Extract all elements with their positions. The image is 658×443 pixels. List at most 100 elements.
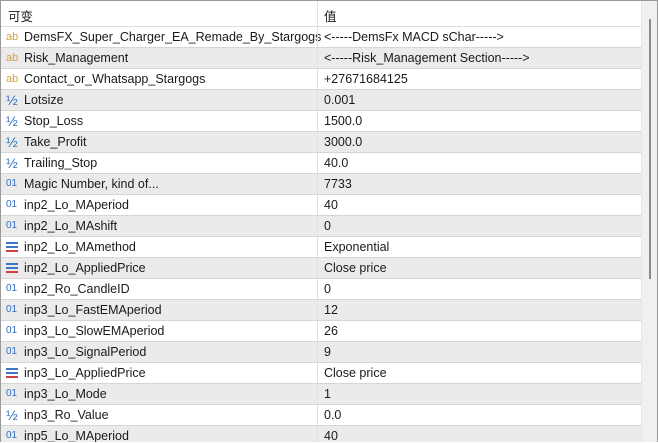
cell-divider	[317, 363, 318, 383]
table-row[interactable]: ½ inp3_Ro_Value 0.0	[1, 405, 641, 426]
table-row[interactable]: 01 inp2_Lo_MAshift 0	[1, 216, 641, 237]
parameter-name: inp3_Lo_SignalPeriod	[24, 345, 147, 359]
parameter-name: inp2_Lo_MAperiod	[24, 198, 129, 212]
table-row[interactable]: ½ Lotsize 0.001	[1, 90, 641, 111]
parameter-name: inp2_Ro_CandleID	[24, 282, 130, 296]
cell-divider	[317, 426, 318, 442]
table-row[interactable]: ab DemsFX_Super_Charger_EA_Remade_By_Star…	[1, 27, 641, 48]
table-row[interactable]: ab Contact_or_Whatsapp_Stargogs +276716841…	[1, 69, 641, 90]
parameter-value[interactable]: 3000.0	[324, 135, 362, 149]
integer-type-icon: 01	[6, 304, 18, 315]
parameter-value[interactable]: 1	[324, 387, 331, 401]
parameter-name: Trailing_Stop	[24, 156, 98, 170]
table-row[interactable]: 01 inp3_Lo_Mode 1	[1, 384, 641, 405]
table-header: 可变 值	[1, 1, 641, 27]
parameter-value[interactable]: 7733	[324, 177, 352, 191]
table-row[interactable]: inp2_Lo_AppliedPrice Close price	[1, 258, 641, 279]
table-row[interactable]: ab Risk_Management <-----Risk_Management S…	[1, 48, 641, 69]
cell-divider	[317, 27, 318, 47]
vertical-scrollbar[interactable]	[641, 1, 657, 442]
cell-divider	[317, 258, 318, 278]
column-header-name[interactable]: 可变	[8, 6, 33, 25]
integer-type-icon: 01	[6, 178, 18, 189]
parameter-value[interactable]: +27671684125	[324, 72, 408, 86]
table-row[interactable]: 01 inp5_Lo_MAperiod 40	[1, 426, 641, 442]
parameter-name: inp5_Lo_MAperiod	[24, 429, 129, 442]
parameter-name: inp2_Lo_MAshift	[24, 219, 118, 233]
column-divider[interactable]	[317, 1, 318, 26]
parameter-name: inp2_Lo_MAmethod	[24, 240, 136, 254]
integer-type-icon: 01	[6, 325, 18, 336]
integer-type-icon: 01	[6, 388, 18, 399]
cell-divider	[317, 321, 318, 341]
string-type-icon: ab	[6, 52, 19, 64]
table-body: ab DemsFX_Super_Charger_EA_Remade_By_Star…	[1, 27, 641, 442]
integer-type-icon: 01	[6, 199, 18, 210]
integer-type-icon: 01	[6, 346, 18, 357]
enum-type-icon	[6, 366, 20, 378]
inputs-table: 可变 值 ab DemsFX_Super_Charger_EA_Remade_By…	[0, 0, 658, 442]
enum-type-icon	[6, 240, 20, 252]
parameter-value[interactable]: 0.0	[324, 408, 341, 422]
table-row[interactable]: inp2_Lo_MAmethod Exponential	[1, 237, 641, 258]
double-type-icon: ½	[6, 134, 18, 150]
cell-divider	[317, 90, 318, 110]
parameter-name: Contact_or_Whatsapp_Stargogs	[24, 72, 206, 86]
cell-divider	[317, 48, 318, 68]
cell-divider	[317, 279, 318, 299]
parameter-name: Magic Number, kind of...	[24, 177, 159, 191]
table-row[interactable]: ½ Trailing_Stop 40.0	[1, 153, 641, 174]
table-row[interactable]: inp3_Lo_AppliedPrice Close price	[1, 363, 641, 384]
table-row[interactable]: 01 inp3_Lo_SignalPeriod 9	[1, 342, 641, 363]
cell-divider	[317, 174, 318, 194]
parameter-value[interactable]: 40.0	[324, 156, 348, 170]
parameter-value[interactable]: 40	[324, 429, 338, 442]
integer-type-icon: 01	[6, 220, 18, 231]
parameter-name: Risk_Management	[24, 51, 129, 65]
table-row[interactable]: 01 Magic Number, kind of... 7733	[1, 174, 641, 195]
parameter-name: inp3_Lo_Mode	[24, 387, 107, 401]
string-type-icon: ab	[6, 31, 19, 43]
parameter-value[interactable]: Close price	[324, 261, 387, 275]
string-type-icon: ab	[6, 73, 19, 85]
scrollbar-thumb[interactable]	[649, 19, 651, 279]
cell-divider	[317, 153, 318, 173]
parameter-value[interactable]: <-----Risk_Management Section----->	[324, 51, 530, 65]
parameter-value[interactable]: Exponential	[324, 240, 389, 254]
parameter-name: Stop_Loss	[24, 114, 84, 128]
double-type-icon: ½	[6, 113, 18, 129]
parameter-name: inp3_Lo_FastEMAperiod	[24, 303, 162, 317]
parameter-value[interactable]: 40	[324, 198, 338, 212]
parameter-value[interactable]: <-----DemsFx MACD sChar----->	[324, 30, 504, 44]
double-type-icon: ½	[6, 92, 18, 108]
parameter-name: inp3_Lo_AppliedPrice	[24, 366, 146, 380]
table-row[interactable]: 01 inp2_Ro_CandleID 0	[1, 279, 641, 300]
parameter-value[interactable]: 12	[324, 303, 338, 317]
table-row[interactable]: ½ Take_Profit 3000.0	[1, 132, 641, 153]
double-type-icon: ½	[6, 407, 18, 423]
cell-divider	[317, 342, 318, 362]
cell-divider	[317, 405, 318, 425]
cell-divider	[317, 132, 318, 152]
table-row[interactable]: 01 inp3_Lo_SlowEMAperiod 26	[1, 321, 641, 342]
parameter-name: Take_Profit	[24, 135, 87, 149]
parameter-name: inp3_Ro_Value	[24, 408, 109, 422]
parameter-name: DemsFX_Super_Charger_EA_Remade_By_Stargo…	[24, 30, 322, 44]
column-header-value[interactable]: 值	[324, 6, 337, 25]
parameter-value[interactable]: 0	[324, 282, 331, 296]
cell-divider	[317, 300, 318, 320]
cell-divider	[317, 237, 318, 257]
parameter-value[interactable]: 26	[324, 324, 338, 338]
parameter-value[interactable]: 1500.0	[324, 114, 362, 128]
parameter-name: inp3_Lo_SlowEMAperiod	[24, 324, 165, 338]
parameter-value[interactable]: Close price	[324, 366, 387, 380]
table-row[interactable]: 01 inp3_Lo_FastEMAperiod 12	[1, 300, 641, 321]
parameter-value[interactable]: 0.001	[324, 93, 355, 107]
table-row[interactable]: ½ Stop_Loss 1500.0	[1, 111, 641, 132]
parameter-name: Lotsize	[24, 93, 64, 107]
cell-divider	[317, 216, 318, 236]
parameter-name: inp2_Lo_AppliedPrice	[24, 261, 146, 275]
parameter-value[interactable]: 9	[324, 345, 331, 359]
parameter-value[interactable]: 0	[324, 219, 331, 233]
table-row[interactable]: 01 inp2_Lo_MAperiod 40	[1, 195, 641, 216]
